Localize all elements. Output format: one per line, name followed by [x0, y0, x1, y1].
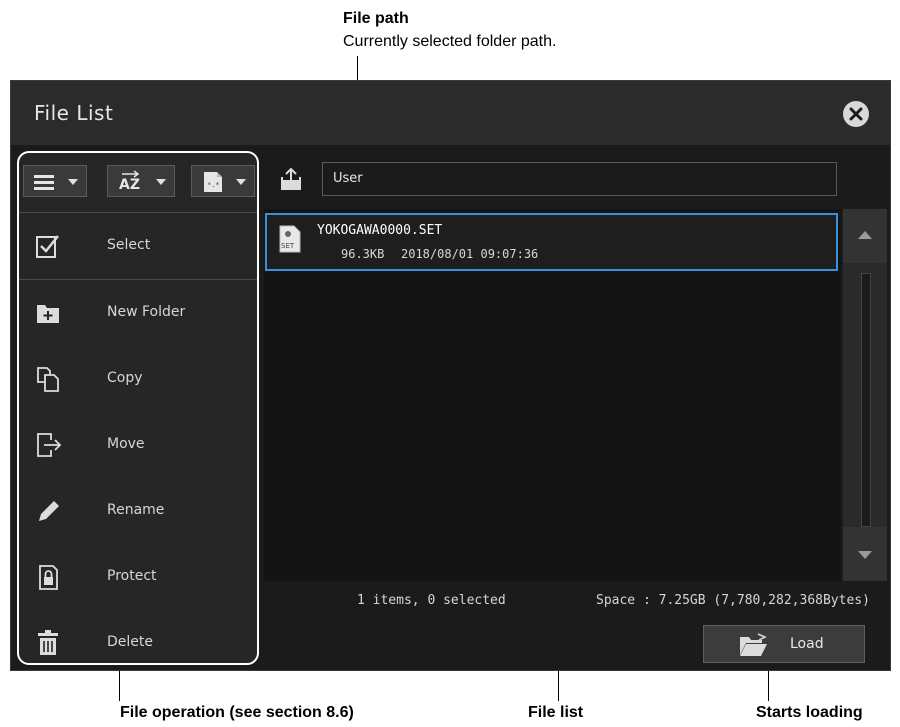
arrow-down-icon [858, 551, 872, 559]
op-new-folder[interactable]: New Folder [19, 280, 257, 346]
file-name: YOKOGAWA0000.SET [317, 223, 443, 238]
folder-up-icon[interactable] [279, 167, 303, 191]
op-delete-label: Delete [107, 634, 153, 650]
file-filter-icon: *.* [204, 172, 222, 192]
dialog-titlebar: File List [11, 81, 890, 145]
new-folder-icon [37, 305, 59, 323]
settings-file-icon: SET [279, 225, 301, 253]
file-list-item[interactable]: SET YOKOGAWA0000.SET 96.3KB 2018/08/01 0… [265, 213, 838, 271]
load-button-label: Load [790, 636, 824, 652]
callout-file-path-desc: Currently selected folder path. [343, 33, 557, 50]
scroll-track[interactable] [861, 273, 871, 527]
list-view-icon [34, 175, 54, 190]
checkbox-icon [36, 235, 59, 258]
open-folder-icon [740, 633, 767, 656]
op-rename-label: Rename [107, 502, 165, 518]
op-select[interactable]: Select [19, 213, 257, 279]
file-list-scrollbar[interactable] [843, 209, 887, 581]
file-operation-panel: AZ *.* Select New Folder Copy Move Renam… [17, 151, 259, 665]
trash-icon [38, 630, 58, 655]
op-protect[interactable]: Protect [19, 544, 257, 610]
move-icon [37, 433, 62, 457]
op-rename[interactable]: Rename [19, 478, 257, 544]
sort-az-icon: AZ [118, 170, 144, 194]
chevron-down-icon [68, 179, 78, 185]
folder-path-value: User [333, 171, 363, 186]
copy-icon [37, 367, 59, 392]
op-copy[interactable]: Copy [19, 346, 257, 412]
sort-button[interactable]: AZ [107, 165, 175, 197]
callout-file-path-title: File path [343, 10, 409, 27]
file-date: 2018/08/01 09:07:36 [401, 247, 539, 261]
op-move-label: Move [107, 436, 145, 452]
op-move[interactable]: Move [19, 412, 257, 478]
file-type-badge: SET [281, 242, 295, 250]
op-delete[interactable]: Delete [19, 610, 257, 676]
file-size: 96.3KB [341, 247, 385, 261]
callout-file-list: File list [528, 704, 584, 721]
op-new-folder-label: New Folder [107, 304, 186, 320]
sort-az-label: AZ [119, 177, 140, 193]
lock-file-icon [39, 565, 58, 590]
pencil-icon [39, 501, 59, 521]
list-view-button[interactable] [23, 165, 87, 197]
load-button[interactable]: Load [703, 625, 865, 663]
chevron-down-icon [156, 179, 166, 185]
file-list-dialog: File List AZ *.* Select New Folder Copy … [10, 80, 891, 671]
op-select-label: Select [107, 237, 151, 253]
op-protect-label: Protect [107, 568, 157, 584]
op-copy-label: Copy [107, 370, 143, 386]
callout-starts-loading: Starts loading [756, 704, 863, 721]
close-icon[interactable] [843, 101, 869, 127]
folder-path-field[interactable]: User [322, 162, 837, 196]
dialog-title: File List [34, 101, 114, 125]
svg-text:*.*: *.* [207, 181, 220, 189]
file-filter-button[interactable]: *.* [191, 165, 255, 197]
item-count-status: 1 items, 0 selected [357, 593, 506, 608]
space-status: Space : 7.25GB (7,780,282,368Bytes) [596, 593, 870, 608]
scroll-up-button[interactable] [843, 209, 887, 263]
arrow-up-icon [858, 231, 872, 239]
callout-file-operation: File operation (see section 8.6) [120, 704, 354, 721]
chevron-down-icon [236, 179, 246, 185]
scroll-down-button[interactable] [843, 527, 887, 581]
